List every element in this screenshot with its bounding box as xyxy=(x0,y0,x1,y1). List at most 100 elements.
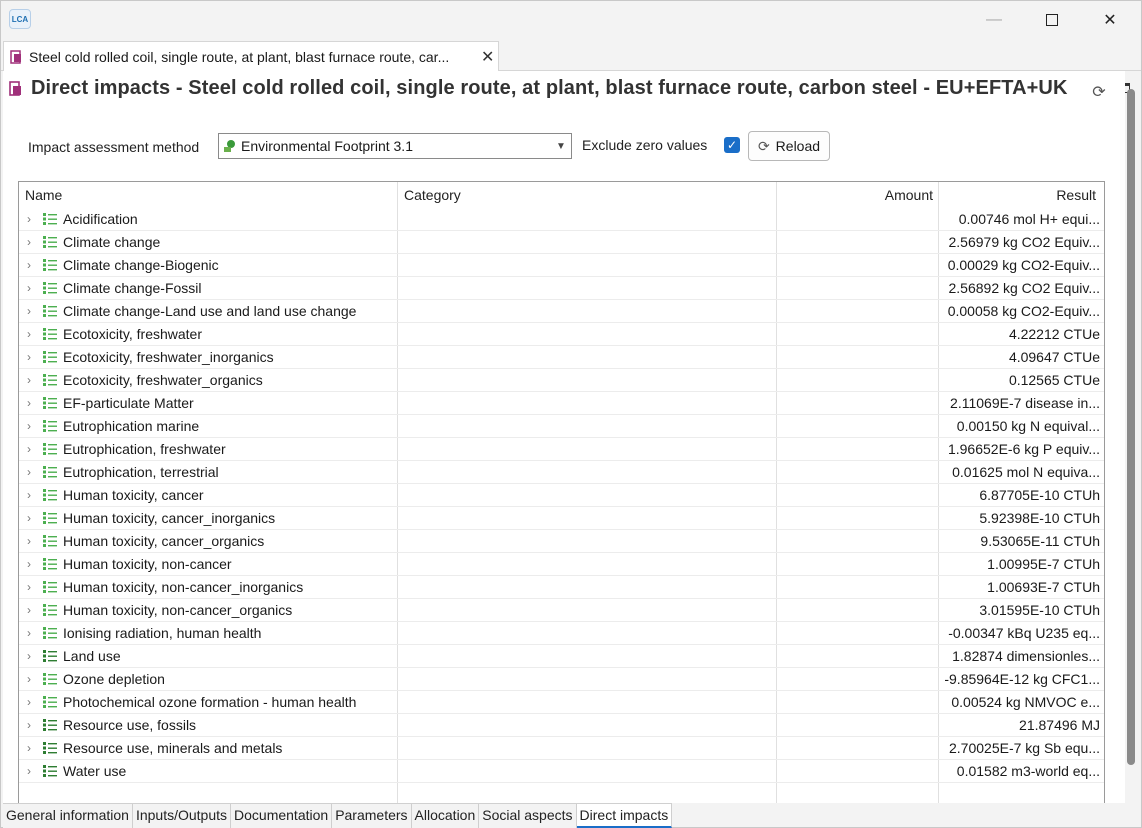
table-row[interactable]: › Human toxicity, cancer_inorganics 5.9239… xyxy=(19,507,1104,530)
impacts-tree-table[interactable]: Name Category Amount Result › Acidificati… xyxy=(18,181,1105,803)
reload-button[interactable]: ⟳ Reload xyxy=(748,131,830,161)
exclude-zero-checkbox[interactable]: ✓ xyxy=(724,137,740,153)
chevron-right-icon[interactable]: › xyxy=(27,346,31,368)
impact-result: 5.92398E-10 CTUh xyxy=(979,510,1100,526)
chevron-right-icon[interactable]: › xyxy=(27,553,31,575)
table-row[interactable]: › Ozone depletion -9.85964E-12 kg CFC1... xyxy=(19,668,1104,691)
chevron-right-icon[interactable]: › xyxy=(27,415,31,437)
table-row[interactable]: › Ecotoxicity, freshwater_inorganics 4.096… xyxy=(19,346,1104,369)
impact-category-icon xyxy=(43,374,57,386)
table-row[interactable]: › Acidification 0.00746 mol H+ equi... xyxy=(19,208,1104,231)
table-row[interactable]: › Resource use, minerals and metals 2.7002… xyxy=(19,737,1104,760)
chevron-right-icon[interactable]: › xyxy=(27,369,31,391)
chevron-right-icon[interactable]: › xyxy=(27,392,31,414)
chevron-right-icon[interactable]: › xyxy=(27,254,31,276)
chevron-right-icon[interactable]: › xyxy=(27,438,31,460)
chevron-right-icon[interactable]: › xyxy=(27,645,31,667)
column-header-category[interactable]: Category xyxy=(404,182,461,208)
chevron-right-icon[interactable]: › xyxy=(27,484,31,506)
impact-result: 1.96652E-6 kg P equiv... xyxy=(947,441,1100,457)
impact-category-icon xyxy=(43,305,57,317)
impact-name: Resource use, fossils xyxy=(63,717,197,733)
impact-name: Ecotoxicity, freshwater_organics xyxy=(63,372,263,388)
impact-category-icon xyxy=(43,443,57,455)
chevron-right-icon[interactable]: › xyxy=(27,691,31,713)
chevron-down-icon[interactable]: ▼ xyxy=(551,134,571,158)
table-row[interactable]: › Human toxicity, non-cancer_organics 3.01… xyxy=(19,599,1104,622)
method-select[interactable]: Environmental Footprint 3.1 ▼ xyxy=(218,133,572,159)
column-header-amount[interactable]: Amount xyxy=(779,182,933,208)
chevron-right-icon[interactable]: › xyxy=(27,300,31,322)
page-tab-direct-impacts[interactable]: Direct impacts xyxy=(576,804,673,828)
chevron-right-icon[interactable]: › xyxy=(27,714,31,736)
chevron-right-icon[interactable]: › xyxy=(27,461,31,483)
column-header-result[interactable]: Result xyxy=(941,182,1096,208)
chevron-right-icon[interactable]: › xyxy=(27,622,31,644)
table-row[interactable]: › Climate change-Fossil 2.56892 kg CO2 Equ… xyxy=(19,277,1104,300)
vertical-scrollbar[interactable] xyxy=(1127,89,1135,765)
impact-name: Climate change-Biogenic xyxy=(63,257,219,273)
impact-name: Climate change-Land use and land use cha… xyxy=(63,303,357,319)
table-row[interactable]: › Land use 1.82874 dimensionles... xyxy=(19,645,1104,668)
close-window-button[interactable]: ✕ xyxy=(1087,1,1133,39)
page-tab-documentation[interactable]: Documentation xyxy=(231,804,333,828)
impact-category-icon xyxy=(43,259,57,271)
impact-result: 0.01582 m3-world eq... xyxy=(956,763,1100,779)
table-row[interactable]: › Photochemical ozone formation - human h… xyxy=(19,691,1104,714)
page-tab-general-information[interactable]: General information xyxy=(3,804,133,828)
impact-category-icon xyxy=(43,604,57,616)
table-row[interactable]: › Ecotoxicity, freshwater 4.22212 CTUe xyxy=(19,323,1104,346)
chevron-right-icon[interactable]: › xyxy=(27,576,31,598)
impact-category-icon xyxy=(43,719,57,731)
table-row[interactable]: › Human toxicity, non-cancer 1.00995E-7 CT… xyxy=(19,553,1104,576)
impact-result: 21.87496 MJ xyxy=(1019,717,1100,733)
table-row[interactable]: › Eutrophication, terrestrial 0.01625 mol … xyxy=(19,461,1104,484)
editor-page-tabs: General information Inputs/Outputs Documen… xyxy=(3,803,673,828)
table-row[interactable]: › Climate change-Land use and land use ch… xyxy=(19,300,1104,323)
impact-category-icon xyxy=(43,627,57,639)
table-row[interactable]: › EF-particulate Matter 2.11069E-7 disease… xyxy=(19,392,1104,415)
method-toolbar: Impact assessment method Environmental F… xyxy=(28,131,830,161)
minimize-button[interactable]: — xyxy=(971,1,1017,39)
table-row[interactable]: › Ionising radiation, human health -0.0034… xyxy=(19,622,1104,645)
chevron-right-icon[interactable]: › xyxy=(27,737,31,759)
column-header-name[interactable]: Name xyxy=(25,182,62,208)
page-header: Direct impacts - Steel cold rolled coil,… xyxy=(9,77,1068,100)
page-tab-allocation[interactable]: Allocation xyxy=(411,804,480,828)
chevron-right-icon[interactable]: › xyxy=(27,231,31,253)
impact-name: Human toxicity, cancer_organics xyxy=(63,533,265,549)
title-bar: LCA — ✕ xyxy=(1,1,1141,39)
table-row[interactable]: › Climate change-Biogenic 0.00029 kg CO2-E… xyxy=(19,254,1104,277)
refresh-icon[interactable]: ⟳ xyxy=(1089,83,1109,103)
table-row[interactable]: › Human toxicity, cancer 6.87705E-10 CTUh xyxy=(19,484,1104,507)
chevron-right-icon[interactable]: › xyxy=(27,668,31,690)
table-row[interactable]: › Human toxicity, non-cancer_inorganics 1.… xyxy=(19,576,1104,599)
table-row[interactable]: › Human toxicity, cancer_organics 9.53065E… xyxy=(19,530,1104,553)
chevron-right-icon[interactable]: › xyxy=(27,599,31,621)
impact-result: 2.56979 kg CO2 Equiv... xyxy=(948,234,1101,250)
editor-tab-process[interactable]: Steel cold rolled coil, single route, at… xyxy=(3,41,499,71)
impact-category-icon xyxy=(43,765,57,777)
close-icon: ✕ xyxy=(1103,12,1117,29)
table-row[interactable]: › Resource use, fossils 21.87496 MJ xyxy=(19,714,1104,737)
close-tab-icon[interactable]: ✕ xyxy=(481,47,494,67)
table-row[interactable]: › Climate change 2.56979 kg CO2 Equiv... xyxy=(19,231,1104,254)
impact-result: 2.56892 kg CO2 Equiv... xyxy=(948,280,1101,296)
page-tab-social-aspects[interactable]: Social aspects xyxy=(479,804,577,828)
impact-result: 2.70025E-7 kg Sb equ... xyxy=(949,740,1100,756)
table-row[interactable]: › Eutrophication marine 0.00150 kg N equiv… xyxy=(19,415,1104,438)
chevron-right-icon[interactable]: › xyxy=(27,507,31,529)
chevron-right-icon[interactable]: › xyxy=(27,277,31,299)
maximize-button[interactable] xyxy=(1029,1,1075,39)
chevron-right-icon[interactable]: › xyxy=(27,530,31,552)
table-row[interactable]: › Eutrophication, freshwater 1.96652E-6 kg… xyxy=(19,438,1104,461)
chevron-right-icon[interactable]: › xyxy=(27,760,31,782)
table-row[interactable]: › Ecotoxicity, freshwater_organics 0.12565… xyxy=(19,369,1104,392)
chevron-right-icon[interactable]: › xyxy=(27,208,31,230)
application-window: LCA — ✕ Steel cold rolled coil, single r… xyxy=(0,0,1142,828)
impact-name: Climate change-Fossil xyxy=(63,280,202,296)
table-row[interactable]: › Water use 0.01582 m3-world eq... xyxy=(19,760,1104,783)
page-tab-parameters[interactable]: Parameters xyxy=(332,804,412,828)
page-tab-inputs-outputs[interactable]: Inputs/Outputs xyxy=(132,804,232,828)
chevron-right-icon[interactable]: › xyxy=(27,323,31,345)
